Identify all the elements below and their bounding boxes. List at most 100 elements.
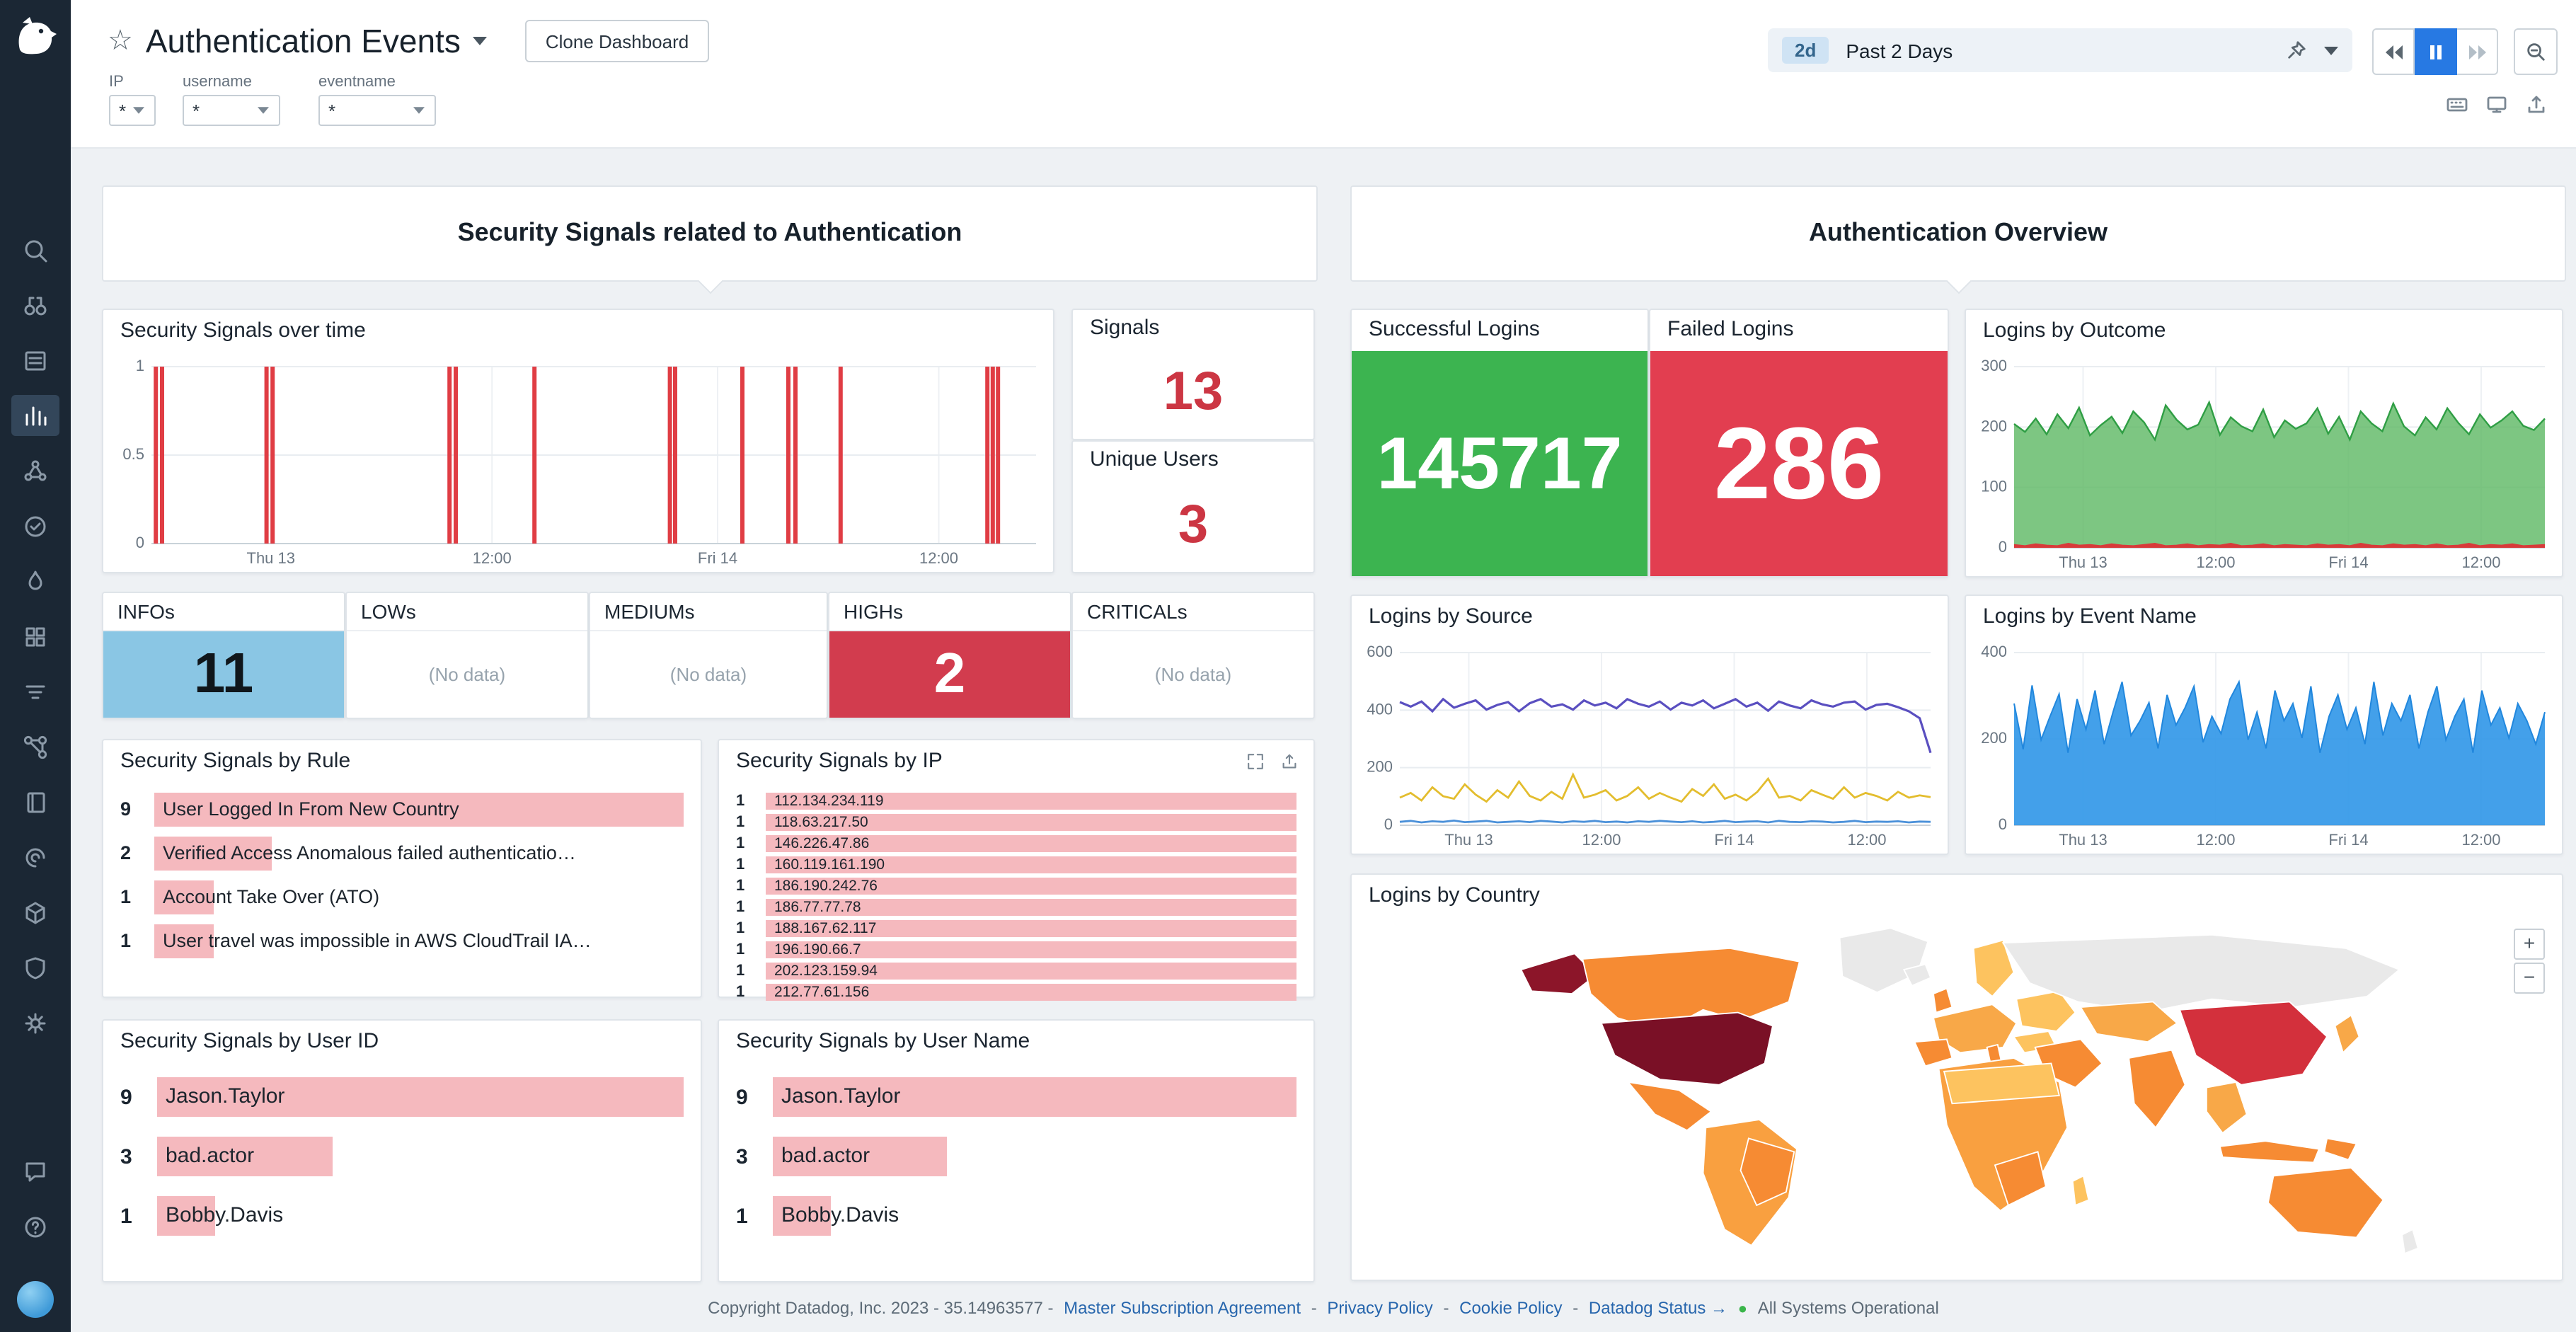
dashboards-icon[interactable] — [11, 395, 59, 436]
widget-unique-users[interactable]: Unique Users 3 — [1071, 440, 1315, 573]
world-choropleth-map[interactable] — [1461, 920, 2452, 1268]
toplist-row[interactable]: 1160.119.161.190 — [736, 855, 1296, 873]
widget-logins-by-source[interactable]: Logins by Source Thu 1312:00Fri 1412:000… — [1350, 595, 1949, 855]
template-var-ip-select[interactable]: * — [109, 95, 156, 126]
group-header-auth-overview[interactable]: Authentication Overview — [1350, 185, 2566, 282]
footer-link-status[interactable]: Datadog Status → — [1589, 1298, 1727, 1318]
title-dropdown-chevron-icon[interactable] — [473, 37, 488, 45]
footer-link-cookie[interactable]: Cookie Policy — [1459, 1298, 1562, 1318]
widget-logins-by-outcome[interactable]: Logins by Outcome Thu 1312:00Fri 1412:00… — [1965, 309, 2563, 578]
time-range-badge[interactable]: 2d — [1782, 37, 1829, 64]
keyboard-shortcuts-icon[interactable] — [2446, 93, 2468, 116]
toplist-row[interactable]: 9Jason.Taylor — [736, 1077, 1296, 1117]
timeseries-chart[interactable]: Thu 1312:00Fri 1412:000200400600 — [1355, 638, 1945, 851]
pause-button[interactable] — [2415, 28, 2457, 75]
datadog-logo-icon[interactable] — [11, 11, 59, 62]
group-header-security-signals[interactable]: Security Signals related to Authenticati… — [102, 185, 1318, 282]
toplist-row[interactable]: 1196.190.66.7 — [736, 940, 1296, 958]
svg-text:Thu 13: Thu 13 — [247, 549, 296, 567]
widget-mediums[interactable]: MEDIUMs (No data) — [589, 592, 828, 719]
infrastructure-hosts-icon[interactable] — [11, 450, 59, 491]
toplist-row[interactable]: 1202.123.159.94 — [736, 961, 1296, 980]
widget-signals-by-user-id[interactable]: Security Signals by User ID 9Jason.Taylo… — [102, 1019, 702, 1282]
toplist-row[interactable]: 1212.77.61.156 — [736, 982, 1296, 1001]
widget-signals-by-ip[interactable]: Security Signals by IP 1112.134.234.1191… — [718, 739, 1315, 998]
toplist-row[interactable]: 1186.190.242.76 — [736, 876, 1296, 895]
expand-icon[interactable] — [1246, 752, 1265, 771]
chat-feedback-icon[interactable] — [11, 1151, 59, 1192]
toplist-row[interactable]: 1118.63.217.50 — [736, 813, 1296, 831]
widget-highs[interactable]: HIGHs 2 — [828, 592, 1071, 719]
template-var-eventname-select[interactable]: * — [318, 95, 436, 126]
toplist-label: 118.63.217.50 — [774, 813, 1294, 830]
rewind-button[interactable] — [2372, 28, 2415, 75]
toplist-row[interactable]: 1User travel was impossible in AWS Cloud… — [120, 923, 684, 958]
pin-icon[interactable] — [2286, 40, 2307, 61]
footer-link-privacy[interactable]: Privacy Policy — [1327, 1298, 1432, 1318]
toplist-row[interactable]: 2Verified Access Anomalous failed authen… — [120, 835, 684, 871]
toplist-row[interactable]: 1Bobby.Davis — [120, 1196, 684, 1236]
help-icon[interactable] — [11, 1206, 59, 1247]
widget-lows[interactable]: LOWs (No data) — [345, 592, 589, 719]
notebooks-icon[interactable] — [11, 781, 59, 822]
toplist-label: 188.167.62.117 — [774, 919, 1294, 936]
map-zoom-in-button[interactable]: + — [2514, 929, 2545, 960]
tv-mode-icon[interactable] — [2485, 93, 2508, 116]
toplist-label: 160.119.161.190 — [774, 856, 1294, 873]
pipelines-filter-icon[interactable] — [11, 671, 59, 712]
toplist-row[interactable]: 1188.167.62.117 — [736, 919, 1296, 937]
chevron-down-icon — [258, 107, 269, 114]
logs-spiral-icon[interactable] — [11, 837, 59, 878]
monitors-check-icon[interactable] — [11, 505, 59, 546]
share-upload-icon[interactable] — [2525, 93, 2548, 116]
timeseries-chart[interactable]: Thu 1312:00Fri 1412:0000.51 — [106, 352, 1050, 569]
timeseries-chart[interactable]: Thu 1312:00Fri 1412:000200400 — [1969, 638, 2559, 851]
toplist-row[interactable]: 9Jason.Taylor — [120, 1077, 684, 1117]
page-footer: Copyright Datadog, Inc. 2023 - 35.149635… — [71, 1298, 2576, 1318]
clone-dashboard-button[interactable]: Clone Dashboard — [526, 20, 708, 62]
widget-logins-by-event-name[interactable]: Logins by Event Name Thu 1312:00Fri 1412… — [1965, 595, 2563, 855]
apm-flame-icon[interactable] — [11, 561, 59, 602]
time-dropdown-chevron-icon[interactable] — [2324, 46, 2338, 54]
watchdog-binoculars-icon[interactable] — [11, 285, 59, 326]
widget-signals-count[interactable]: Signals 13 — [1071, 309, 1315, 440]
user-avatar[interactable] — [17, 1281, 54, 1318]
time-range-selector[interactable]: 2d Past 2 Days — [1768, 28, 2352, 72]
toplist-row[interactable]: 1Account Take Over (ATO) — [120, 879, 684, 914]
toplist-label: Bobby.Davis — [166, 1196, 681, 1236]
widget-security-signals-over-time[interactable]: Security Signals over time Thu 1312:00Fr… — [102, 309, 1054, 573]
software-cube-icon[interactable] — [11, 892, 59, 933]
zoom-explore-button[interactable] — [2514, 28, 2558, 75]
toplist-row[interactable]: 3bad.actor — [736, 1137, 1296, 1176]
search-icon[interactable] — [11, 229, 59, 270]
widget-criticals[interactable]: CRITICALs (No data) — [1071, 592, 1315, 719]
widget-logins-by-country[interactable]: Logins by Country — [1350, 873, 2563, 1281]
widget-signals-by-user-name[interactable]: Security Signals by User Name 9Jason.Tay… — [718, 1019, 1315, 1282]
timeseries-chart[interactable]: Thu 1312:00Fri 1412:000100200300 — [1969, 352, 2559, 573]
footer-link-msa[interactable]: Master Subscription Agreement — [1064, 1298, 1301, 1318]
favorite-star-icon[interactable]: ☆ — [108, 27, 133, 55]
map-zoom-out-button[interactable]: − — [2514, 963, 2545, 994]
page-title: Authentication Events — [146, 22, 461, 60]
toplist-row[interactable]: 1146.226.47.86 — [736, 834, 1296, 852]
forward-button[interactable] — [2457, 28, 2498, 75]
template-var-username-select[interactable]: * — [183, 95, 280, 126]
toplist-row[interactable]: 1112.134.234.119 — [736, 791, 1296, 810]
signals-value: 13 — [1073, 347, 1313, 439]
widget-successful-logins[interactable]: Successful Logins 145717 — [1350, 309, 1649, 578]
export-icon[interactable] — [1280, 752, 1299, 771]
playback-controls — [2372, 28, 2498, 75]
widget-infos[interactable]: INFOs 11 — [102, 592, 345, 719]
security-shield-icon[interactable] — [11, 947, 59, 988]
group-collapse-notch — [1945, 268, 1972, 294]
events-list-icon[interactable] — [11, 340, 59, 381]
toplist-row[interactable]: 1186.77.77.78 — [736, 897, 1296, 916]
widget-signals-by-rule[interactable]: Security Signals by Rule 9User Logged In… — [102, 739, 702, 998]
widget-failed-logins[interactable]: Failed Logins 286 — [1649, 309, 1949, 578]
toplist-row[interactable]: 9User Logged In From New Country — [120, 791, 684, 827]
toplist-row[interactable]: 1Bobby.Davis — [736, 1196, 1296, 1236]
integrations-blocks-icon[interactable] — [11, 616, 59, 657]
toplist-row[interactable]: 3bad.actor — [120, 1137, 684, 1176]
settings-gear-icon[interactable] — [11, 1002, 59, 1043]
service-map-icon[interactable] — [11, 726, 59, 767]
